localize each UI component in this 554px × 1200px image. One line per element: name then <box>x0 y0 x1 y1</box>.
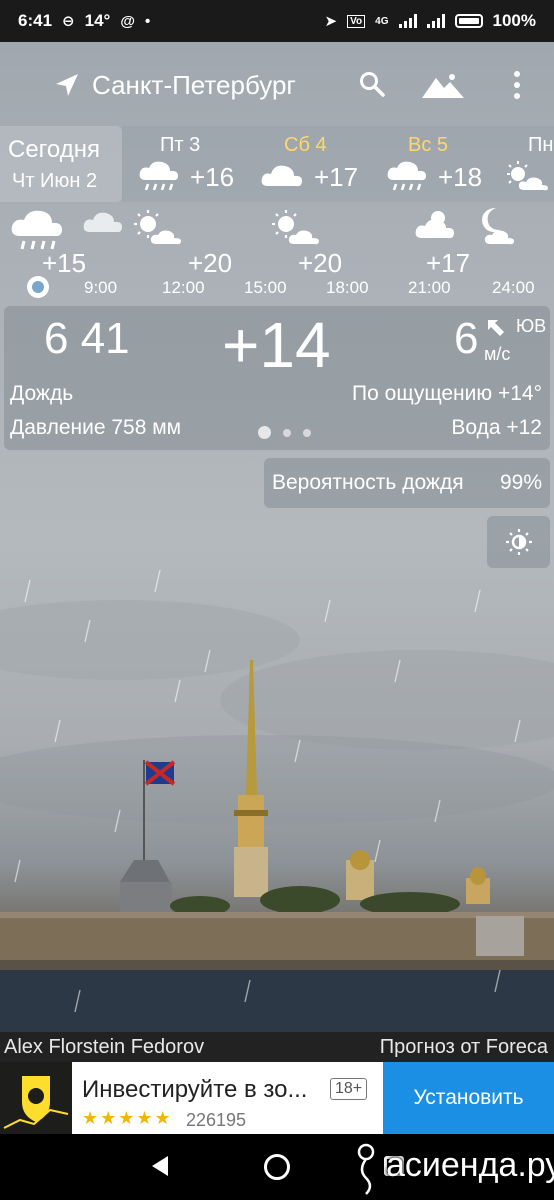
watermark-text: асиенда.ру <box>386 1146 554 1184</box>
ad-age-rating: 18+ <box>330 1078 368 1100</box>
weather-condition: Дождь <box>10 382 74 405</box>
day-temp: +16 <box>190 162 235 192</box>
cloud-icon <box>261 165 302 187</box>
rain-probability-label: Вероятность дождя <box>272 471 464 494</box>
background-mountains-icon[interactable] <box>422 72 464 98</box>
pressure: Давление 758 мм <box>10 416 182 439</box>
ad-banner[interactable]: Инвестируйте в зо... 18+ ★★★★★ 226195 Ус… <box>0 1062 554 1134</box>
battery-icon <box>454 14 483 28</box>
today-label: Сегодня <box>8 136 100 163</box>
day-sat[interactable]: Сб 4 +17 <box>260 126 380 202</box>
city-name[interactable]: Санкт-Петербург <box>92 70 296 101</box>
day-temp: +18 <box>438 162 483 192</box>
hour-temp: +17 <box>426 248 471 278</box>
rain-probability-panel[interactable]: Вероятность дождя 99% <box>264 458 550 508</box>
hourly-forecast: +15 +20 +20 +17 9:00 12:00 15:00 18:00 2… <box>0 202 554 298</box>
link-icon: ⊖ <box>62 13 75 30</box>
signal-icon <box>398 14 417 28</box>
install-button[interactable]: Установить <box>383 1062 554 1134</box>
at-icon: @ <box>120 12 135 30</box>
forecast-source[interactable]: Прогноз от Foreca <box>380 1036 548 1059</box>
moon-cloud-icon <box>482 208 514 245</box>
volte-icon: Vo <box>347 14 366 28</box>
day-temp: +17 <box>314 162 359 192</box>
sun-settings-icon <box>506 529 532 555</box>
daily-forecast: Сегодня Чт Июн 2 Пт 3 +16 Сб 4 +17 Вс 5 <box>0 126 554 202</box>
feels-like: По ощущению +14° <box>352 382 542 405</box>
more-menu-icon[interactable] <box>512 70 522 100</box>
photo-credits-bar: Alex Florstein Fedorov Прогноз от Foreca <box>0 1032 554 1062</box>
today-tab[interactable]: Сегодня Чт Июн 2 <box>0 126 122 202</box>
status-time: 6:41 <box>18 11 53 30</box>
day-name: Вс 5 <box>408 134 449 156</box>
dot-icon: • <box>144 12 151 30</box>
battery-percent: 100% <box>492 11 536 30</box>
current-conditions-panel[interactable]: 6 41 +14 6 ЮВ м/с Дождь По ощущению +14°… <box>4 306 550 450</box>
signal-icon-2 <box>426 14 445 28</box>
photo-author[interactable]: Alex Florstein Fedorov <box>4 1036 204 1059</box>
rain-cloud-icon <box>387 161 426 191</box>
network-type: 4G <box>375 15 389 27</box>
ad-title: Инвестируйте в зо... <box>82 1076 308 1103</box>
hour-time: 15:00 <box>244 278 287 297</box>
current-time-marker <box>27 276 49 298</box>
location-icon[interactable] <box>54 72 80 98</box>
sun-cloud-icon <box>507 161 548 191</box>
water-temp: Вода +12 <box>451 416 542 439</box>
ad-rating-stars: ★★★★★ <box>82 1108 173 1128</box>
wind-direction-arrow-icon <box>488 320 504 336</box>
hour-temp: +20 <box>188 248 233 278</box>
ad-review-count: 226195 <box>186 1110 247 1130</box>
back-icon[interactable] <box>148 1154 170 1178</box>
sun-cloud-icon <box>134 210 181 245</box>
hour-time: 21:00 <box>408 278 451 297</box>
status-temp: 14° <box>84 11 111 30</box>
wind-direction: ЮВ <box>516 316 547 336</box>
ad-app-logo <box>0 1062 72 1134</box>
day-name: Сб 4 <box>284 134 327 156</box>
home-icon[interactable] <box>264 1154 290 1180</box>
location-arrow-icon: ➤ <box>324 13 338 30</box>
search-icon[interactable] <box>358 70 386 98</box>
weather-app-screen: 6:41 ⊖ 14° @ • ➤ Vo 4G 100% Санкт-Петерб… <box>0 0 554 1200</box>
current-temp: +14 <box>222 309 331 381</box>
hour-time: 9:00 <box>84 278 118 297</box>
today-date: Чт Июн 2 <box>12 170 98 192</box>
hour-temp: +15 <box>42 248 87 278</box>
page-dot-active <box>258 426 271 439</box>
page-dot <box>283 428 291 437</box>
day-name: Пт 3 <box>160 134 201 156</box>
day-name: Пн <box>528 134 554 156</box>
sun-cloud-icon <box>272 210 319 245</box>
hour-time: 18:00 <box>326 278 369 297</box>
hour-time: 24:00 <box>492 278 535 297</box>
rain-probability-value: 99% <box>499 471 542 494</box>
wind-unit: м/с <box>484 344 511 364</box>
day-mon[interactable]: Пн <box>504 126 554 202</box>
day-fri[interactable]: Пт 3 +16 <box>136 126 256 202</box>
cloud-drizzle-icon <box>83 212 122 233</box>
page-indicator[interactable] <box>258 426 311 439</box>
wind-speed: 6 <box>454 314 479 363</box>
day-sun[interactable]: Вс 5 +18 <box>384 126 504 202</box>
rain-cloud-icon <box>139 161 178 191</box>
hour-time: 12:00 <box>162 278 205 297</box>
page-dot <box>303 428 311 437</box>
status-bar: 6:41 ⊖ 14° @ • ➤ Vo 4G 100% <box>0 0 554 42</box>
sun-cloud-icon <box>415 211 454 239</box>
hour-temp: +20 <box>298 248 343 278</box>
current-time: 6 41 <box>44 314 130 363</box>
background-photo <box>0 569 554 1032</box>
app-header: Санкт-Петербург <box>0 42 554 126</box>
